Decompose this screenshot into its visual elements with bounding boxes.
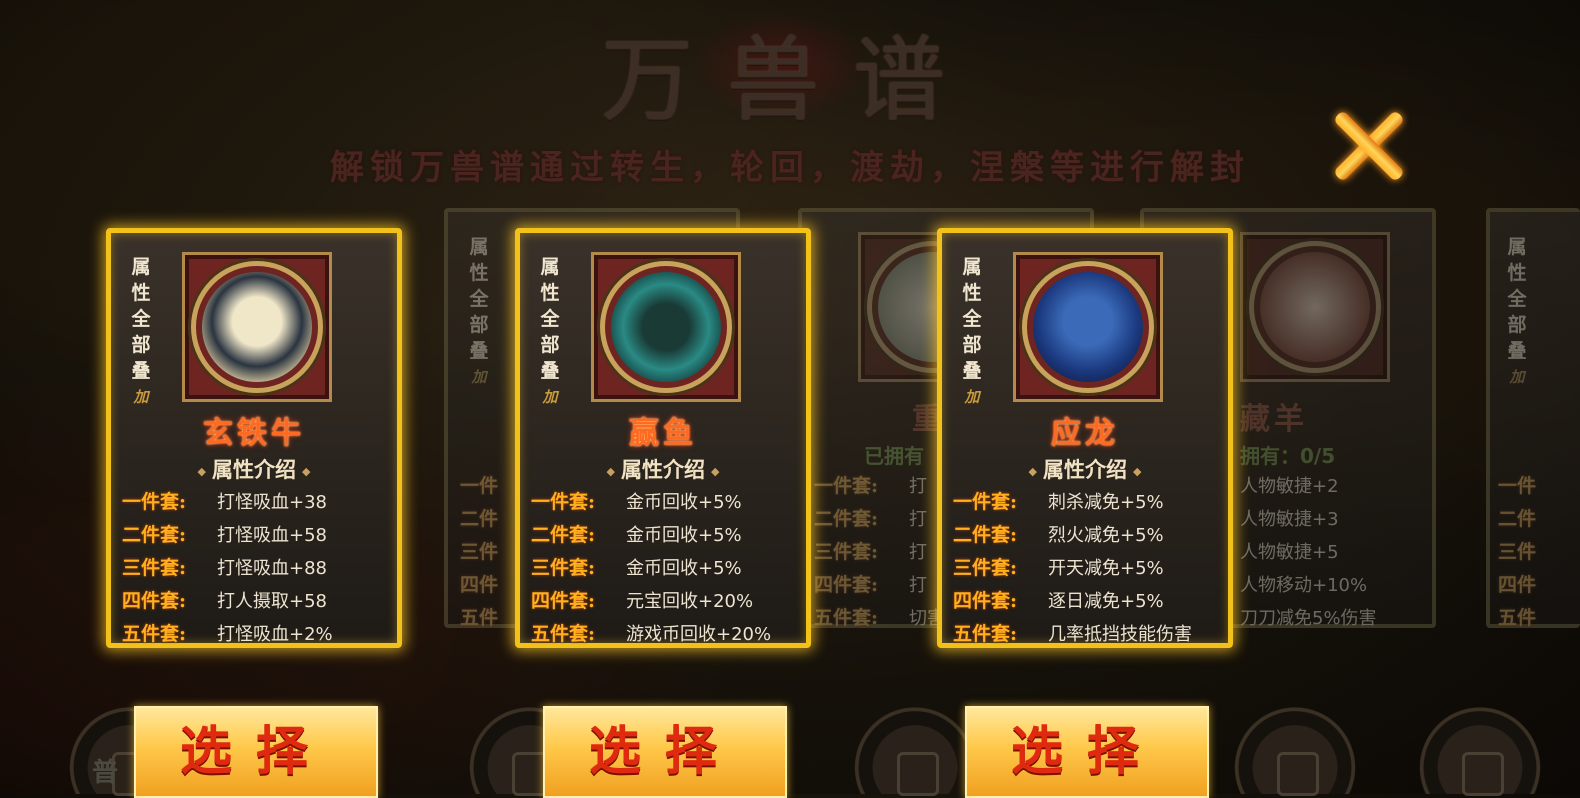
set-bonus-list: 一件套: 金币回收+5% 二件套: 金币回收+5% 三件套: 金币回收+5% 四件套:… [531, 486, 805, 651]
select-button-yinglong[interactable]: 选择 [965, 706, 1209, 798]
vertical-label: 属性全 部叠加 [1507, 236, 1527, 386]
vertical-label: 属性全 部叠加 [962, 256, 982, 406]
lock-icon [897, 752, 939, 796]
set-bonus-list: 一件套: 打怪吸血+38 二件套: 打怪吸血+58 三件套: 打怪吸血+88 四件套:… [122, 486, 396, 651]
beast-medal [1013, 252, 1163, 402]
beast-name: 玄铁牛 [203, 416, 305, 451]
set-row: 四件套: 逐日减免+5% [953, 590, 1164, 612]
select-button-yingyu[interactable]: 选择 [543, 706, 787, 798]
beast-name: 应龙 [1051, 416, 1119, 451]
set-row: 五件套: 几率抵挡技能伤害 [953, 623, 1192, 645]
beast-medal [182, 252, 332, 402]
set-row: 一件套: 打怪吸血+38 [122, 491, 327, 513]
vertical-label: 属性全 部叠加 [469, 236, 489, 386]
select-button-xuantieniu[interactable]: 选择 [134, 706, 378, 798]
card-yingyu[interactable]: 属性全 部叠加 赢鱼 属性介绍 一件套:金币回收+5% 二件套:金币回收+5% … [515, 228, 811, 648]
bottom-left-label: 普 [92, 758, 119, 788]
owned-count: 拥有：0/5 [1240, 444, 1336, 468]
set-row: 二件套: 烈火减免+5% [953, 524, 1164, 546]
card-xuantieniu[interactable]: 属性全 部叠加 玄铁牛 属性介绍 一件套:打怪吸血+38 二件套:打怪吸血+58… [106, 228, 402, 648]
set-row: 四件套: 元宝回收+20% [531, 590, 754, 612]
beast-medal [591, 252, 741, 402]
set-bonus-list: 一件套: 刺杀减免+5% 二件套: 烈火减免+5% 三件套: 开天减免+5% 四件套:… [953, 486, 1227, 651]
vertical-label: 属性全 部叠加 [131, 256, 151, 406]
fish-icon [611, 272, 721, 382]
beast-name: 赢鱼 [629, 416, 697, 451]
set-row: 四件套: 打人摄取+58 [122, 590, 327, 612]
beast-name: 藏羊 [1240, 402, 1308, 437]
set-row: 二件套: 金币回收+5% [531, 524, 742, 546]
attr-intro-heading: 属性介绍 [515, 454, 811, 484]
set-row: 三件套: 金币回收+5% [531, 557, 742, 579]
dragon-icon [1033, 272, 1143, 382]
card-yinglong[interactable]: 属性全 部叠加 应龙 属性介绍 一件套:刺杀减免+5% 二件套:烈火减免+5% … [937, 228, 1233, 648]
lock-icon [1277, 752, 1319, 796]
card-locked-2[interactable]: 属性全 部叠加 一件 二件 三件 四件 五件 [1486, 208, 1580, 629]
beast-medal [1240, 232, 1390, 382]
lock-icon [1462, 752, 1504, 796]
close-icon[interactable] [1328, 106, 1408, 186]
set-row: 二件套: 打怪吸血+58 [122, 524, 327, 546]
set-row: 三件套: 打怪吸血+88 [122, 557, 327, 579]
vertical-label: 属性全 部叠加 [540, 256, 560, 406]
ox-icon [202, 272, 312, 382]
attr-intro-heading: 属性介绍 [106, 454, 402, 484]
set-row: 五件套: 打怪吸血+2% [122, 623, 333, 645]
ram-icon [1260, 252, 1370, 362]
set-row: 一件套: 金币回收+5% [531, 491, 742, 513]
set-row: 一件套: 刺杀减免+5% [953, 491, 1164, 513]
set-row: 三件套: 开天减免+5% [953, 557, 1164, 579]
set-row: 五件套: 游戏币回收+20% [531, 623, 772, 645]
attr-intro-heading: 属性介绍 [937, 454, 1233, 484]
